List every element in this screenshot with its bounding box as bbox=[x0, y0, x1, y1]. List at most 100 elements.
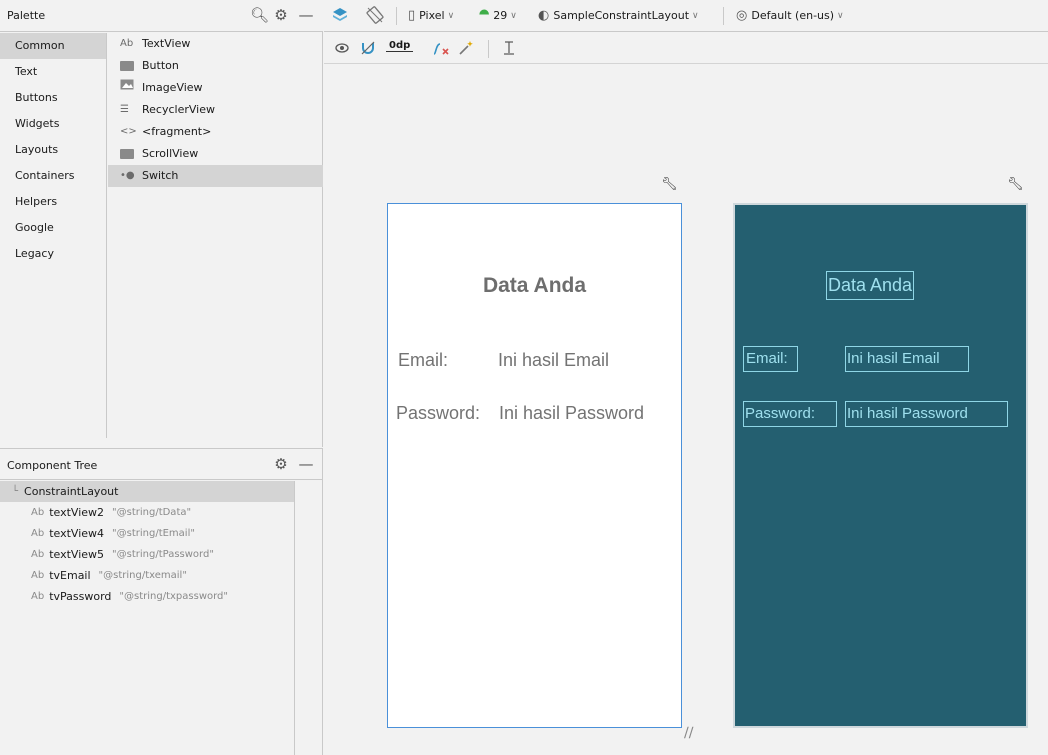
minimize-icon[interactable]: — bbox=[297, 6, 315, 24]
tree-node-tvemail[interactable]: Ab tvEmail "@string/txemail" bbox=[0, 565, 294, 586]
title-text[interactable]: Data Anda bbox=[388, 274, 681, 298]
list-icon: ☰ bbox=[120, 104, 129, 115]
widget-label: RecyclerView bbox=[142, 103, 215, 116]
component-tree: └ ConstraintLayout Ab textView2 "@string… bbox=[0, 481, 295, 755]
widget-switch[interactable]: •● Switch bbox=[108, 165, 323, 187]
resize-handle-icon[interactable]: ∕∕ bbox=[684, 725, 693, 741]
category-layouts[interactable]: Layouts bbox=[0, 137, 106, 163]
email-value-blueprint[interactable]: Ini hasil Email bbox=[845, 346, 969, 372]
scroll-icon bbox=[120, 149, 134, 159]
palette-header: Palette 🔍︎ ⚙ — bbox=[0, 0, 323, 32]
minimize-icon[interactable]: — bbox=[297, 455, 315, 473]
textview-icon: Ab bbox=[31, 528, 45, 539]
tree-node-constraintlayout[interactable]: └ ConstraintLayout bbox=[0, 481, 294, 502]
chevron-down-icon: ∨ bbox=[692, 10, 699, 21]
password-value[interactable]: Ini hasil Password bbox=[499, 403, 644, 424]
layers-icon[interactable] bbox=[332, 7, 348, 23]
title-text-blueprint[interactable]: Data Anda bbox=[826, 271, 915, 300]
gear-icon[interactable]: ⚙ bbox=[272, 455, 290, 473]
magnet-off-icon[interactable] bbox=[360, 40, 376, 56]
widget-scrollview[interactable]: ScrollView bbox=[108, 143, 323, 165]
theme-icon: ◐ bbox=[538, 8, 550, 23]
margin-label: 0dp bbox=[389, 40, 411, 51]
textview-icon: Ab bbox=[120, 38, 134, 49]
baseline-icon[interactable] bbox=[502, 40, 516, 56]
category-text[interactable]: Text bbox=[0, 59, 106, 85]
tree-node-textview4[interactable]: Ab textView4 "@string/tEmail" bbox=[0, 523, 294, 544]
password-label[interactable]: Password: bbox=[396, 403, 480, 424]
textview-icon: Ab bbox=[31, 507, 45, 518]
category-google[interactable]: Google bbox=[0, 215, 106, 241]
widget-recyclerview[interactable]: ☰ RecyclerView bbox=[108, 99, 323, 121]
chevron-down-icon: ∨ bbox=[837, 10, 844, 21]
widget-button[interactable]: Button bbox=[108, 55, 323, 77]
tree-node-textview5[interactable]: Ab textView5 "@string/tPassword" bbox=[0, 544, 294, 565]
tree-node-label: textView4 bbox=[49, 527, 105, 540]
widget-label: Switch bbox=[142, 169, 179, 182]
code-brackets-icon: <> bbox=[120, 126, 137, 137]
layout-icon: └ bbox=[12, 486, 19, 497]
tree-node-ref: "@string/txpassword" bbox=[119, 591, 228, 602]
device-selector[interactable]: ▯ Pixel ∨ bbox=[408, 8, 454, 23]
tree-node-ref: "@string/tData" bbox=[112, 507, 192, 518]
blueprint-preview[interactable]: Data Anda Email: Ini hasil Email Passwor… bbox=[733, 203, 1028, 728]
palette-categories: Common Text Buttons Widgets Layouts Cont… bbox=[0, 33, 107, 438]
tree-node-tvpassword[interactable]: Ab tvPassword "@string/txpassword" bbox=[0, 586, 294, 607]
widget-label: ScrollView bbox=[142, 147, 199, 160]
orientation-icon[interactable] bbox=[366, 6, 384, 24]
password-value-blueprint[interactable]: Ini hasil Password bbox=[845, 401, 1008, 427]
tree-node-textview2[interactable]: Ab textView2 "@string/tData" bbox=[0, 502, 294, 523]
theme-selector[interactable]: ◐ SampleConstraintLayout ∨ bbox=[538, 8, 699, 23]
email-value[interactable]: Ini hasil Email bbox=[498, 350, 609, 371]
component-tree-title: Component Tree bbox=[7, 459, 98, 472]
category-common[interactable]: Common bbox=[0, 33, 106, 59]
category-helpers[interactable]: Helpers bbox=[0, 189, 106, 215]
api-selector[interactable]: ⯊ 29 ∨ bbox=[479, 8, 517, 23]
button-icon bbox=[120, 61, 134, 71]
tree-node-label: ConstraintLayout bbox=[24, 485, 119, 498]
chevron-down-icon: ∨ bbox=[447, 10, 455, 21]
default-margin[interactable]: 0dp bbox=[386, 40, 414, 52]
device-label: Pixel bbox=[419, 9, 445, 22]
widget-textview[interactable]: Ab TextView bbox=[108, 33, 323, 55]
category-containers[interactable]: Containers bbox=[0, 163, 106, 189]
password-label-blueprint[interactable]: Password: bbox=[743, 401, 837, 427]
email-label[interactable]: Email: bbox=[398, 350, 448, 371]
device-icon: ▯ bbox=[408, 8, 416, 23]
tree-node-label: textView2 bbox=[49, 506, 105, 519]
chevron-down-icon: ∨ bbox=[510, 10, 517, 21]
widget-label: TextView bbox=[142, 37, 191, 50]
theme-label: SampleConstraintLayout bbox=[553, 9, 690, 22]
android-icon: ⯊ bbox=[479, 8, 490, 23]
widget-imageview[interactable]: ImageView bbox=[108, 77, 323, 99]
design-preview[interactable]: Data Anda Email: Ini hasil Email Passwor… bbox=[387, 203, 682, 728]
eye-icon[interactable] bbox=[334, 40, 350, 56]
search-icon[interactable]: 🔍︎ bbox=[250, 6, 269, 24]
textview-icon: Ab bbox=[31, 549, 45, 560]
widget-label: <fragment> bbox=[142, 125, 212, 138]
pin-icon[interactable]: 🔧︎ bbox=[1007, 177, 1024, 192]
category-buttons[interactable]: Buttons bbox=[0, 85, 106, 111]
widget-fragment[interactable]: <> <fragment> bbox=[108, 121, 323, 143]
magic-wand-icon[interactable] bbox=[458, 40, 474, 56]
locale-label: Default (en-us) bbox=[751, 9, 835, 22]
tree-node-label: tvPassword bbox=[49, 590, 112, 603]
tree-node-ref: "@string/tPassword" bbox=[112, 549, 214, 560]
palette-title: Palette bbox=[7, 9, 46, 22]
gear-icon[interactable]: ⚙ bbox=[272, 6, 290, 24]
category-widgets[interactable]: Widgets bbox=[0, 111, 106, 137]
palette-panel: Palette 🔍︎ ⚙ — Common Text Buttons Widge… bbox=[0, 0, 323, 447]
widget-label: ImageView bbox=[142, 81, 203, 94]
tree-node-label: textView5 bbox=[49, 548, 105, 561]
email-label-blueprint[interactable]: Email: bbox=[743, 346, 798, 372]
locale-selector[interactable]: ◎ Default (en-us) ∨ bbox=[736, 8, 844, 23]
component-tree-header: Component Tree ⚙ — bbox=[0, 449, 323, 480]
widget-label: Button bbox=[142, 59, 179, 72]
pin-icon[interactable]: 🔧︎ bbox=[661, 177, 678, 192]
tree-node-ref: "@string/tEmail" bbox=[112, 528, 195, 539]
clear-constraints-icon[interactable] bbox=[432, 40, 450, 56]
switch-icon: •● bbox=[120, 170, 135, 181]
design-canvas: 🔧︎ 🔧︎ Data Anda Email: Ini hasil Email P… bbox=[324, 65, 1048, 755]
design-toolbar: ▯ Pixel ∨ ⯊ 29 ∨ ◐ SampleConstraintLayou… bbox=[324, 0, 1048, 32]
category-legacy[interactable]: Legacy bbox=[0, 241, 106, 267]
